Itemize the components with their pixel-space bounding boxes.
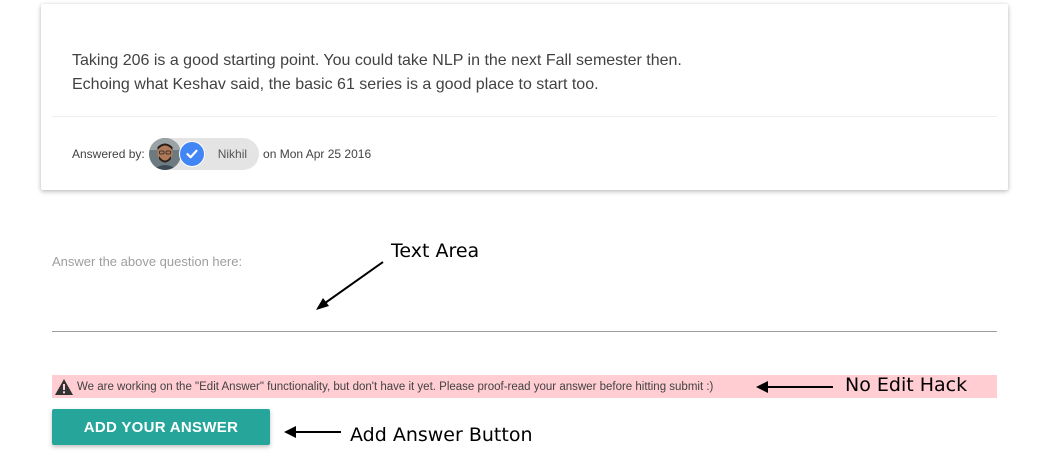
annotation-add-answer-button: Add Answer Button xyxy=(350,424,533,446)
annotation-no-edit-hack: No Edit Hack xyxy=(845,374,968,396)
annotation-text-area: Text Area xyxy=(391,240,480,262)
